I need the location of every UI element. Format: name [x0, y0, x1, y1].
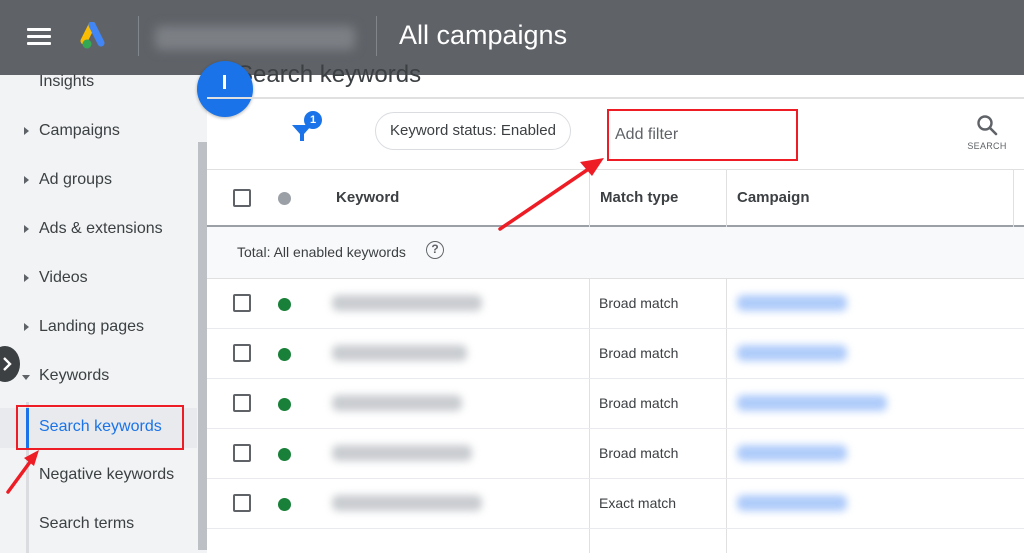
total-label: Total: All enabled keywords: [237, 244, 406, 260]
campaign-link-blurred[interactable]: [737, 395, 887, 411]
caret-right-icon: [24, 176, 29, 184]
account-name-blurred[interactable]: [155, 26, 355, 50]
add-filter-field[interactable]: [607, 109, 798, 161]
enabled-status-icon[interactable]: [278, 298, 291, 311]
divider: [138, 16, 139, 56]
campaign-link-blurred[interactable]: [737, 295, 847, 311]
hamburger-menu-icon[interactable]: [27, 28, 51, 46]
table-row[interactable]: Broad match: [207, 379, 1024, 429]
campaign-link-blurred[interactable]: [737, 345, 847, 361]
sidebar-item-label: Ads & extensions: [39, 220, 163, 237]
sidebar-item-keywords[interactable]: Keywords: [0, 359, 197, 395]
sidebar-subitem-negative-keywords[interactable]: Negative keywords: [0, 458, 197, 494]
row-checkbox[interactable]: [233, 444, 251, 462]
sidebar-subitem-search-terms[interactable]: Search terms: [0, 507, 197, 543]
total-row: Total: All enabled keywords ?: [207, 227, 1024, 279]
sidebar-scrollbar[interactable]: [198, 142, 207, 550]
sidebar-item-label: Videos: [39, 269, 88, 286]
enabled-status-icon[interactable]: [278, 448, 291, 461]
table-row[interactable]: Broad match: [207, 429, 1024, 479]
filter-count-badge: 1: [304, 111, 322, 129]
search-label: SEARCH: [967, 141, 1007, 151]
keyword-text-blurred[interactable]: [332, 445, 472, 461]
sidebar-item-label: Insights: [39, 73, 95, 90]
column-header-campaign[interactable]: Campaign: [737, 189, 810, 206]
column-divider: [1013, 169, 1014, 227]
top-app-bar: All campaigns: [0, 0, 1024, 75]
sidebar-item-label: Ad groups: [39, 171, 112, 188]
enabled-status-icon[interactable]: [278, 498, 291, 511]
campaign-link-blurred[interactable]: [737, 495, 847, 511]
table-row[interactable]: Exact match: [207, 479, 1024, 529]
keyword-text-blurred[interactable]: [332, 345, 467, 361]
main-content: Search keywords 1 Keyword status: Enable…: [197, 61, 1024, 553]
section-title: Search keywords: [237, 61, 422, 88]
google-ads-logo-icon[interactable]: [80, 22, 112, 52]
table-header: Keyword Match type Campaign: [207, 169, 1024, 227]
caret-down-icon: [22, 375, 30, 380]
row-checkbox[interactable]: [233, 494, 251, 512]
divider: [376, 16, 377, 56]
enabled-status-icon[interactable]: [278, 398, 291, 411]
caret-right-icon: [24, 274, 29, 282]
keyword-status-filter-chip[interactable]: Keyword status: Enabled: [375, 112, 571, 150]
keyword-text-blurred[interactable]: [332, 395, 462, 411]
match-type-cell: Broad match: [599, 445, 679, 461]
sidebar-item-ad-groups[interactable]: Ad groups: [0, 163, 197, 199]
sidebar-item-campaigns[interactable]: Campaigns: [0, 114, 197, 150]
sidebar-item-label: Negative keywords: [39, 466, 175, 483]
sidebar-item-label: Campaigns: [39, 122, 120, 139]
chevron-right-icon: [3, 357, 12, 371]
plus-icon: [223, 75, 226, 89]
keyword-text-blurred[interactable]: [332, 495, 482, 511]
enabled-status-icon[interactable]: [278, 348, 291, 361]
add-filter-input[interactable]: [615, 121, 785, 149]
match-type-cell: Exact match: [599, 495, 677, 511]
page-title: All campaigns: [399, 20, 568, 50]
sidebar-nav: Insights Campaigns Ad groups Ads & exten…: [0, 73, 207, 553]
match-type-cell: Broad match: [599, 345, 679, 361]
sidebar-item-videos[interactable]: Videos: [0, 261, 197, 297]
column-header-keyword[interactable]: Keyword: [336, 189, 399, 206]
annotation-highlight-box: [16, 405, 184, 450]
table-row[interactable]: Broad match: [207, 329, 1024, 379]
add-keyword-button[interactable]: [197, 61, 253, 117]
status-column-icon[interactable]: [278, 192, 291, 205]
sidebar-item-ads-extensions[interactable]: Ads & extensions: [0, 212, 197, 248]
table-row[interactable]: Broad match: [207, 279, 1024, 329]
row-checkbox[interactable]: [233, 344, 251, 362]
sidebar-item-label: Search terms: [39, 515, 135, 532]
column-header-match-type[interactable]: Match type: [600, 189, 678, 206]
caret-right-icon: [24, 225, 29, 233]
match-type-cell: Broad match: [599, 295, 679, 311]
keyword-text-blurred[interactable]: [332, 295, 482, 311]
help-icon[interactable]: ?: [426, 241, 444, 259]
campaign-link-blurred[interactable]: [737, 445, 847, 461]
search-button[interactable]: SEARCH: [967, 113, 1007, 159]
divider: [207, 97, 1024, 99]
row-checkbox[interactable]: [233, 294, 251, 312]
sidebar-item-insights[interactable]: Insights: [0, 65, 197, 101]
search-icon: [977, 115, 998, 136]
row-checkbox[interactable]: [233, 394, 251, 412]
sidebar-item-landing-pages[interactable]: Landing pages: [0, 310, 197, 346]
sidebar-item-label: Landing pages: [39, 318, 144, 335]
match-type-cell: Broad match: [599, 395, 679, 411]
sidebar-item-label: Keywords: [39, 367, 110, 384]
caret-right-icon: [24, 127, 29, 135]
select-all-checkbox[interactable]: [233, 189, 251, 207]
caret-right-icon: [24, 323, 29, 331]
